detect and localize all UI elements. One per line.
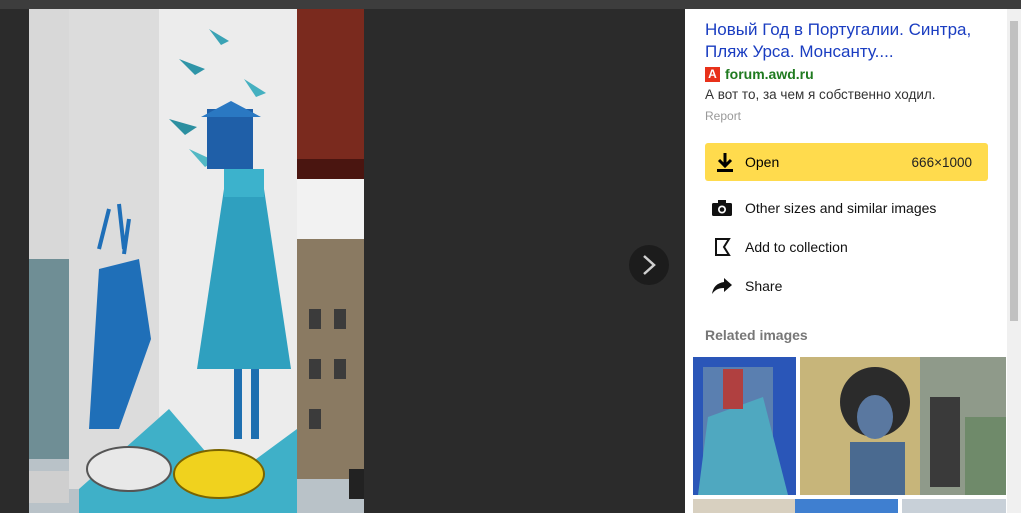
bookmark-icon: [711, 237, 733, 257]
chevron-right-icon: [643, 255, 656, 275]
report-link[interactable]: Report: [705, 109, 741, 123]
next-image-button[interactable]: [629, 245, 669, 285]
related-thumbnail[interactable]: [693, 357, 796, 495]
share-label: Share: [745, 278, 783, 294]
photo-graphic: [29, 9, 364, 513]
open-button-label: Open: [745, 154, 780, 170]
source-favicon-icon: А: [705, 66, 720, 82]
share-action[interactable]: Share: [705, 272, 988, 300]
source-line: А forum.awd.ru: [705, 66, 814, 82]
camera-icon: [711, 199, 733, 217]
related-thumbnail[interactable]: [795, 499, 898, 513]
main-photo[interactable]: [29, 9, 364, 513]
source-link[interactable]: forum.awd.ru: [725, 66, 814, 82]
related-thumbnail[interactable]: [800, 357, 1006, 495]
related-thumbnail[interactable]: [902, 499, 1006, 513]
related-thumbnail[interactable]: [693, 499, 796, 513]
image-viewer: [0, 9, 685, 513]
image-size-label: 666×1000: [911, 154, 972, 170]
image-description: А вот то, за чем я собственно ходил.: [705, 87, 936, 102]
other-sizes-action[interactable]: Other sizes and similar images: [705, 194, 988, 222]
related-images-heading: Related images: [705, 327, 808, 343]
add-to-collection-action[interactable]: Add to collection: [705, 233, 988, 261]
share-arrow-icon: [711, 277, 733, 295]
image-title-link[interactable]: Новый Год в Португалии. Синтра, Пляж Урс…: [705, 19, 995, 63]
download-icon: [714, 152, 736, 172]
panel-scrollbar[interactable]: [1007, 9, 1021, 513]
other-sizes-label: Other sizes and similar images: [745, 200, 937, 216]
top-bar: [0, 0, 1021, 9]
image-title-text[interactable]: Новый Год в Португалии. Синтра, Пляж Урс…: [705, 20, 971, 61]
add-to-collection-label: Add to collection: [745, 239, 848, 255]
image-info-panel: Новый Год в Португалии. Синтра, Пляж Урс…: [685, 9, 1007, 513]
open-image-button[interactable]: Open 666×1000: [705, 143, 988, 181]
scrollbar-thumb[interactable]: [1010, 21, 1018, 321]
